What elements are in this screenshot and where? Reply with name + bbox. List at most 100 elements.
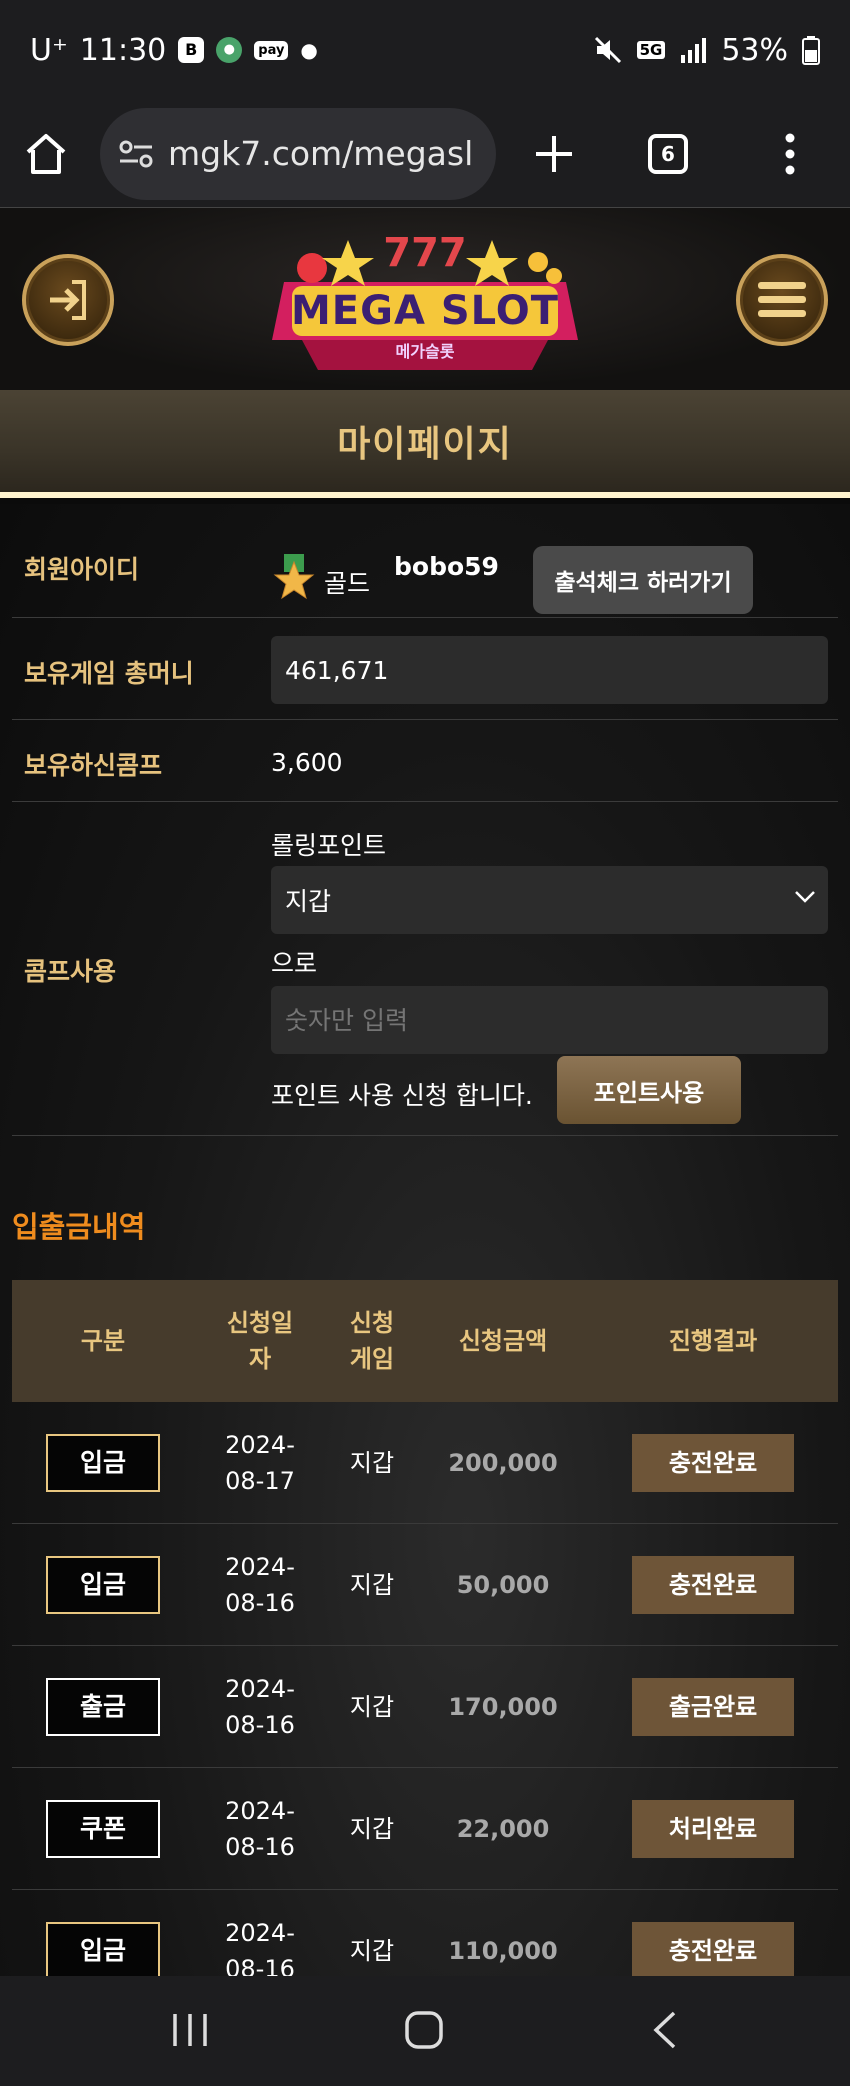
type-badge: 출금 <box>46 1678 160 1736</box>
date-monthday: 08-16 <box>225 1711 295 1739</box>
status-badge: 출금완료 <box>632 1678 794 1736</box>
date-cell: 2024- 08-16 <box>194 1646 326 1768</box>
date-year: 2024- <box>225 1797 295 1825</box>
status-badge: 처리완료 <box>632 1800 794 1858</box>
date-cell: 2024- 08-16 <box>194 1890 326 1976</box>
col-amount: 신청금액 <box>458 1327 548 1355</box>
table-row: 쿠폰 2024- 08-16 지갑 22,000 처리완료 <box>12 1768 838 1890</box>
home-icon[interactable] <box>22 130 70 178</box>
col-game-line1: 신청 <box>349 1309 395 1337</box>
battery-percent: 53% <box>721 32 788 68</box>
date-cell: 2024- 08-16 <box>194 1524 326 1646</box>
table-row: 입금 2024- 08-16 지갑 110,000 충전완료 <box>12 1890 838 1976</box>
table-row: 입금 2024- 08-16 지갑 50,000 충전완료 <box>12 1524 838 1646</box>
gold-grade-icon <box>273 554 315 600</box>
col-type: 구분 <box>80 1327 126 1355</box>
amount-cell: 170,000 <box>448 1693 558 1721</box>
col-game: 신청 게임 <box>326 1280 418 1402</box>
login-button[interactable] <box>22 254 114 346</box>
mega-slot-logo[interactable]: 777 MEGA SLOT 메가슬롯 <box>262 220 588 380</box>
site-header: 777 MEGA SLOT 메가슬롯 <box>0 208 850 390</box>
col-result: 진행결과 <box>668 1327 758 1355</box>
status-badge: 충전완료 <box>632 1434 794 1492</box>
date-monthday: 08-17 <box>225 1467 295 1495</box>
date-year: 2024- <box>225 1919 295 1947</box>
col-date-line2: 자 <box>248 1345 272 1373</box>
page-title-bar: 마이페이지 <box>0 390 850 498</box>
comp-use-label: 콤프사용 <box>24 957 117 986</box>
comp-label: 보유하신콤프 <box>24 751 163 780</box>
site-settings-icon[interactable] <box>118 138 154 170</box>
to-label: 으로 <box>271 949 318 978</box>
username: bobo59 <box>394 552 499 581</box>
col-date-line1: 신청일 <box>226 1309 294 1337</box>
game-cell: 지갑 <box>349 1937 395 1965</box>
mypage-content: 회원아이디 골드 bobo59 출석체크 하러가기 보유게임 총머니 461,6… <box>0 504 850 1976</box>
chevron-down-icon <box>795 891 815 903</box>
url-text: mgk7.com/megasl <box>168 134 474 173</box>
amount-cell: 200,000 <box>448 1449 558 1477</box>
browser-toolbar: mgk7.com/megasl 6 <box>0 100 850 208</box>
col-date: 신청일 자 <box>194 1280 326 1402</box>
address-bar[interactable]: mgk7.com/megasl <box>100 107 496 200</box>
login-icon <box>50 280 86 320</box>
clock: 11:30 <box>79 32 167 68</box>
hamburger-icon <box>758 282 806 317</box>
status-badge: 충전완료 <box>632 1922 794 1976</box>
status-bar: U⁺ 11:30 B ● pay ● 5G 53% <box>0 0 850 100</box>
dot-icon: ● <box>300 38 318 62</box>
amount-cell: 50,000 <box>456 1571 550 1599</box>
rolling-point-label: 롤링포인트 <box>271 831 387 860</box>
more-menu-icon[interactable] <box>780 132 800 176</box>
use-point-button[interactable]: 포인트사용 <box>557 1056 741 1124</box>
date-monthday: 08-16 <box>225 1955 295 1976</box>
new-tab-icon[interactable] <box>532 132 576 176</box>
comp-row: 보유하신콤프 3,600 <box>12 720 838 802</box>
logo-subtext: 메가슬롯 <box>395 342 455 361</box>
balance-row: 보유게임 총머니 461,671 <box>12 618 838 720</box>
date-monthday: 08-16 <box>225 1833 295 1861</box>
type-badge: 입금 <box>46 1922 160 1976</box>
game-cell: 지갑 <box>349 1815 395 1843</box>
pay-icon: pay <box>254 40 289 60</box>
grade-label: 골드 <box>324 569 371 598</box>
date-year: 2024- <box>225 1675 295 1703</box>
amount-cell: 110,000 <box>448 1937 558 1965</box>
comp-value: 3,600 <box>271 748 343 777</box>
wallet-select[interactable]: 지갑 <box>271 866 828 934</box>
page-title: 마이페이지 <box>337 424 513 465</box>
app-notification-icon: ● <box>216 37 243 63</box>
table-row: 입금 2024- 08-17 지갑 200,000 충전완료 <box>12 1402 838 1524</box>
date-monthday: 08-16 <box>225 1589 295 1617</box>
android-nav-bar <box>0 1976 850 2086</box>
col-game-line2: 게임 <box>349 1345 395 1373</box>
history-title: 입출금내역 <box>12 1210 146 1244</box>
tab-switcher-button[interactable]: 6 <box>648 133 688 174</box>
logo-text: MEGA SLOT <box>290 288 559 334</box>
status-badge: 충전완료 <box>632 1556 794 1614</box>
battery-icon <box>802 36 820 65</box>
mute-icon <box>594 36 621 64</box>
comp-use-row: 콤프사용 롤링포인트 지갑 으로 포인트 사용 신청 합니다. 포인트사용 <box>12 802 838 1136</box>
table-row: 출금 2024- 08-16 지갑 170,000 출금완료 <box>12 1646 838 1768</box>
type-badge: 입금 <box>46 1434 160 1492</box>
recent-apps-icon[interactable] <box>170 2012 210 2048</box>
date-year: 2024- <box>225 1431 295 1459</box>
date-cell: 2024- 08-17 <box>194 1402 326 1524</box>
amount-cell: 22,000 <box>456 1815 550 1843</box>
network-type: 5G <box>636 41 666 59</box>
carrier-label: U⁺ <box>30 32 68 68</box>
type-badge: 쿠폰 <box>46 1800 160 1858</box>
member-id-row: 회원아이디 골드 bobo59 출석체크 하러가기 <box>12 516 838 618</box>
wallet-select-value: 지갑 <box>285 887 332 916</box>
home-nav-icon[interactable] <box>404 2010 444 2050</box>
game-cell: 지갑 <box>349 1571 395 1599</box>
menu-button[interactable] <box>736 254 828 346</box>
attendance-check-button[interactable]: 출석체크 하러가기 <box>533 546 753 614</box>
back-nav-icon[interactable] <box>650 2010 680 2050</box>
signal-icon <box>681 38 707 63</box>
date-cell: 2024- 08-16 <box>194 1768 326 1890</box>
balance-label: 보유게임 총머니 <box>24 659 194 688</box>
point-amount-input[interactable] <box>271 986 828 1054</box>
date-year: 2024- <box>225 1553 295 1581</box>
